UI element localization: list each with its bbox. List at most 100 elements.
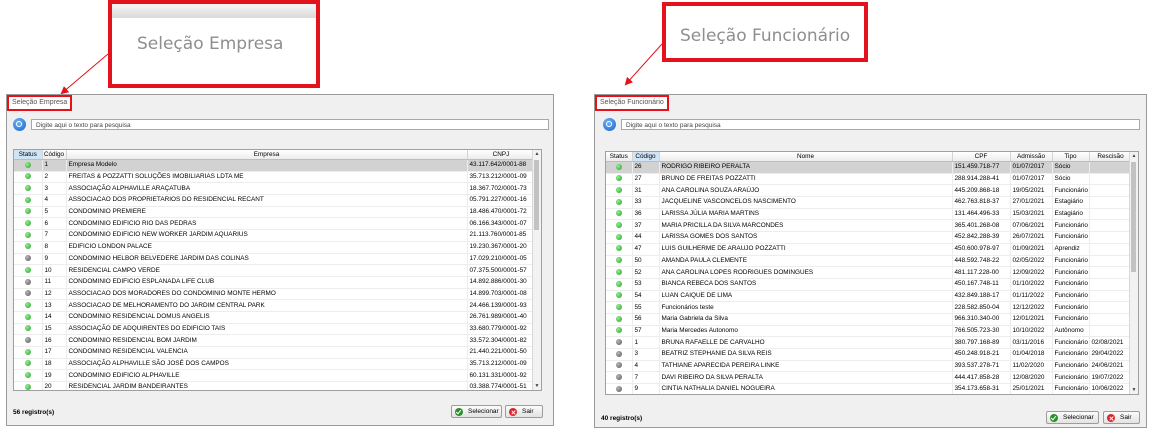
table-row[interactable]: 9 CINTIA NATHALIA DANIEL NOGUEIRA 354.173.… [606, 383, 1133, 394]
status-cell [14, 206, 43, 219]
status-inactive-icon [24, 278, 31, 285]
status-inactive-icon [24, 255, 31, 262]
status-active-icon [615, 198, 622, 205]
table-row[interactable]: 15 ASSOCIAÇÃO DE ADQUIRENTES DO EDIFICIO … [14, 323, 536, 336]
table-row[interactable]: 50 AMANDA PAULA CLEMENTE 448.592.748-22 02/… [606, 255, 1133, 268]
col-header-status[interactable]: Status [606, 152, 633, 162]
table-row[interactable]: 19 CONDOMINIO EDIFICIO ALPHAVILLE 60.131.3… [14, 369, 536, 383]
cnpj-cell: 35.713.212/0001-09 [467, 358, 536, 371]
table-row[interactable]: 7 CONDOMINIO EDIFICIO NEW WORKER JARDIM A… [14, 229, 536, 242]
table-row[interactable]: 17 CONDOMINIO RESIDENCIAL VALENCIA 21.440.… [14, 346, 536, 359]
tipo-cell: Funcionário [1052, 383, 1090, 394]
table-row[interactable]: 10 RESIDENCIAL CAMPO VERDE 07.375.500/0001… [14, 264, 536, 277]
table-row[interactable]: 3 BEATRIZ STEPHANIE DA SILVA REIS 450.248.… [606, 348, 1133, 361]
search-icon[interactable] [13, 118, 26, 131]
table-row[interactable]: 8 EDIFICIO LONDON PALACE 19.230.367/0001-2… [14, 241, 536, 254]
table-row[interactable]: 26 RODRIGO RIBEIRO PERALTA 151.459.718-77 0… [606, 161, 1133, 174]
table-row[interactable]: 4 ASSOCIACAO DOS PROPRIETARIOS DO RESIDEN… [14, 194, 536, 207]
col-header-cpf[interactable]: CPF [952, 152, 1011, 162]
status-cell [606, 266, 633, 279]
empresa-search-input[interactable]: Digite aqui o texto para pesquisa [31, 119, 549, 130]
status-active-icon [24, 313, 31, 320]
cpf-cell: 966.310.340-00 [952, 313, 1011, 326]
table-row[interactable]: 12 ASSOCIACAO DOS MORADORES DO CONDOMINIO… [14, 288, 536, 301]
table-row[interactable]: 9 CONDOMINIO HELBOR BELVEDERE JARDIM DAS … [14, 253, 536, 266]
col-header-codigo[interactable]: Código [42, 150, 67, 160]
rescisao-cell [1089, 255, 1133, 268]
col-header-rescisao[interactable]: Rescisão [1089, 152, 1133, 162]
col-header-admissao[interactable]: Admissão [1010, 152, 1053, 162]
funcionario-select-button[interactable]: Selecionar [1046, 411, 1099, 424]
scroll-up-icon[interactable]: ▲ [1130, 152, 1138, 160]
status-cell [14, 381, 43, 390]
admissao-cell: 19/05/2021 [1010, 184, 1053, 198]
table-row[interactable]: 31 ANA CAROLINA SOUZA ARAÚJO 445.209.868-1… [606, 184, 1133, 198]
status-cell [14, 299, 43, 312]
table-row[interactable]: 27 BRUNO DE FREITAS POZZATTI 288.914.288-4… [606, 173, 1133, 186]
funcionario-vertical-scrollbar[interactable]: ▲ ▼ [1129, 152, 1138, 394]
select-button-label: Selecionar [468, 408, 499, 415]
table-row[interactable]: 16 CONDOMINIO RESIDENCIAL BOM JARDIM 33.57… [14, 334, 536, 347]
cpf-cell: 354.173.658-31 [952, 383, 1011, 394]
table-row[interactable]: 53 BIANCA REBECA DOS SANTOS 450.167.748-11… [606, 278, 1133, 291]
scroll-thumb[interactable] [534, 160, 539, 230]
col-header-empresa[interactable]: Empresa [66, 150, 468, 160]
table-row[interactable]: 37 MARIA PRICILLA DA SILVA MARCONDES 365.4… [606, 219, 1133, 233]
table-row[interactable]: 52 ANA CAROLINA LOPES RODRIGUES DOMINGUES… [606, 266, 1133, 279]
codigo-cell: 36 [632, 208, 660, 221]
table-row[interactable]: 47 LUIS GUILHERME DE ARAUJO POZZATTI 450.6… [606, 243, 1133, 256]
table-row[interactable]: 4 TATHIANE APARECIDA PEREIRA LINKE 393.537… [606, 360, 1133, 373]
rescisao-cell [1089, 184, 1133, 198]
status-cell [606, 301, 633, 314]
table-row[interactable]: 20 RESIDENCIAL JARDIM BANDEIRANTES 03.388.… [14, 381, 536, 390]
check-icon [455, 408, 463, 416]
funcionario-search-input[interactable]: Digite aqui o texto para pesquisa [621, 119, 1140, 130]
search-icon[interactable] [603, 118, 616, 131]
table-row[interactable]: 7 DAVI RIBEIRO DA SILVA PERALTA 444.417.85… [606, 371, 1133, 385]
empresa-select-button[interactable]: Selecionar [451, 405, 502, 418]
table-row[interactable]: 5 CONDOMINIO PREMIERE 18.486.470/0001-72 [14, 206, 536, 219]
empresa-cell: CONDOMINIO HELBOR BELVEDERE JARDIM DAS C… [66, 253, 468, 266]
col-header-status[interactable]: Status [14, 150, 43, 160]
table-row[interactable]: 11 CONDOMINIO EDIFICIO ESPLANADA LIFE CLU… [14, 276, 536, 289]
empresa-exit-button[interactable]: Sair [505, 405, 543, 418]
table-row[interactable]: 57 Maria Mercedes Autonomo 766.505.723-30 1… [606, 325, 1133, 338]
empresa-cell: CONDOMINIO PREMIERE [66, 206, 468, 219]
table-row[interactable]: 2 FREITAS & POZZATTI SOLUÇÕES IMOBILIARIA… [14, 171, 536, 184]
table-row[interactable]: 44 LARISSA GOMES DOS SANTOS 452.842.288-39… [606, 231, 1133, 244]
scroll-down-icon[interactable]: ▼ [1130, 386, 1138, 394]
empresa-vertical-scrollbar[interactable]: ▲ ▼ [532, 150, 541, 390]
table-row[interactable]: 56 Maria Gabriela da Silva 966.310.340-00 1… [606, 313, 1133, 326]
empresa-cell: RESIDENCIAL CAMPO VERDE [66, 264, 468, 277]
cpf-cell: 444.417.858-28 [952, 371, 1011, 385]
empresa-cell: Empresa Modelo [66, 159, 468, 172]
status-cell [606, 348, 633, 361]
table-row[interactable]: 6 CONDOMINIO EDIFICIO RIO DAS PEDRAS 06.16… [14, 217, 536, 231]
scroll-up-icon[interactable]: ▲ [533, 150, 541, 158]
scroll-down-icon[interactable]: ▼ [533, 382, 541, 390]
exit-button-label: Sair [1120, 414, 1132, 421]
table-row[interactable]: 36 LARISSA JÚLIA MARIA MARTINS 131.464.496… [606, 208, 1133, 221]
funcionario-exit-button[interactable]: Sair [1103, 411, 1140, 424]
table-row[interactable]: 33 JACQUELINE VASCONCELOS NASCIMENTO 462.7… [606, 196, 1133, 209]
table-row[interactable]: 18 ASSOCIAÇÃO ALPHAVILLE SÃO JOSÉ DOS CAM… [14, 358, 536, 371]
table-row[interactable]: 13 ASSOCIACAO DE MELHORAMENTO DO JARDIM C… [14, 299, 536, 312]
col-header-tipo[interactable]: Tipo [1052, 152, 1090, 162]
empresa-cell: CONDOMINIO EDIFICIO RIO DAS PEDRAS [66, 217, 468, 231]
codigo-cell: 7 [632, 371, 660, 385]
table-row[interactable]: 3 ASSOCIAÇÃO ALPHAVILLE ARAÇATUBA 18.367.7… [14, 182, 536, 196]
table-row[interactable]: 14 CONDOMINIO RESIDENCIAL DOMUS ANGELIS 26… [14, 311, 536, 324]
cpf-cell: 228.582.850-04 [952, 301, 1011, 314]
table-row[interactable]: 1 BRUNA RAFAELLE DE CARVALHO 380.797.168-8… [606, 336, 1133, 349]
col-header-codigo[interactable]: Código [632, 152, 660, 162]
table-row[interactable]: 54 LUAN CAIQUE DE LIMA 432.849.188-17 01/11… [606, 290, 1133, 303]
col-header-cnpj[interactable]: CNPJ [467, 150, 536, 160]
status-active-icon [615, 222, 622, 229]
scroll-thumb[interactable] [1131, 162, 1136, 272]
col-header-nome[interactable]: Nome [659, 152, 953, 162]
rescisao-cell [1089, 161, 1133, 174]
table-row[interactable]: 55 Funcionários teste 228.582.850-04 12/12/… [606, 301, 1133, 314]
empresa-search-row: Digite aqui o texto para pesquisa [13, 118, 549, 132]
codigo-cell: 11 [42, 276, 67, 289]
table-row[interactable]: 1 Empresa Modelo 43.117.642/0001-88 [14, 159, 536, 172]
